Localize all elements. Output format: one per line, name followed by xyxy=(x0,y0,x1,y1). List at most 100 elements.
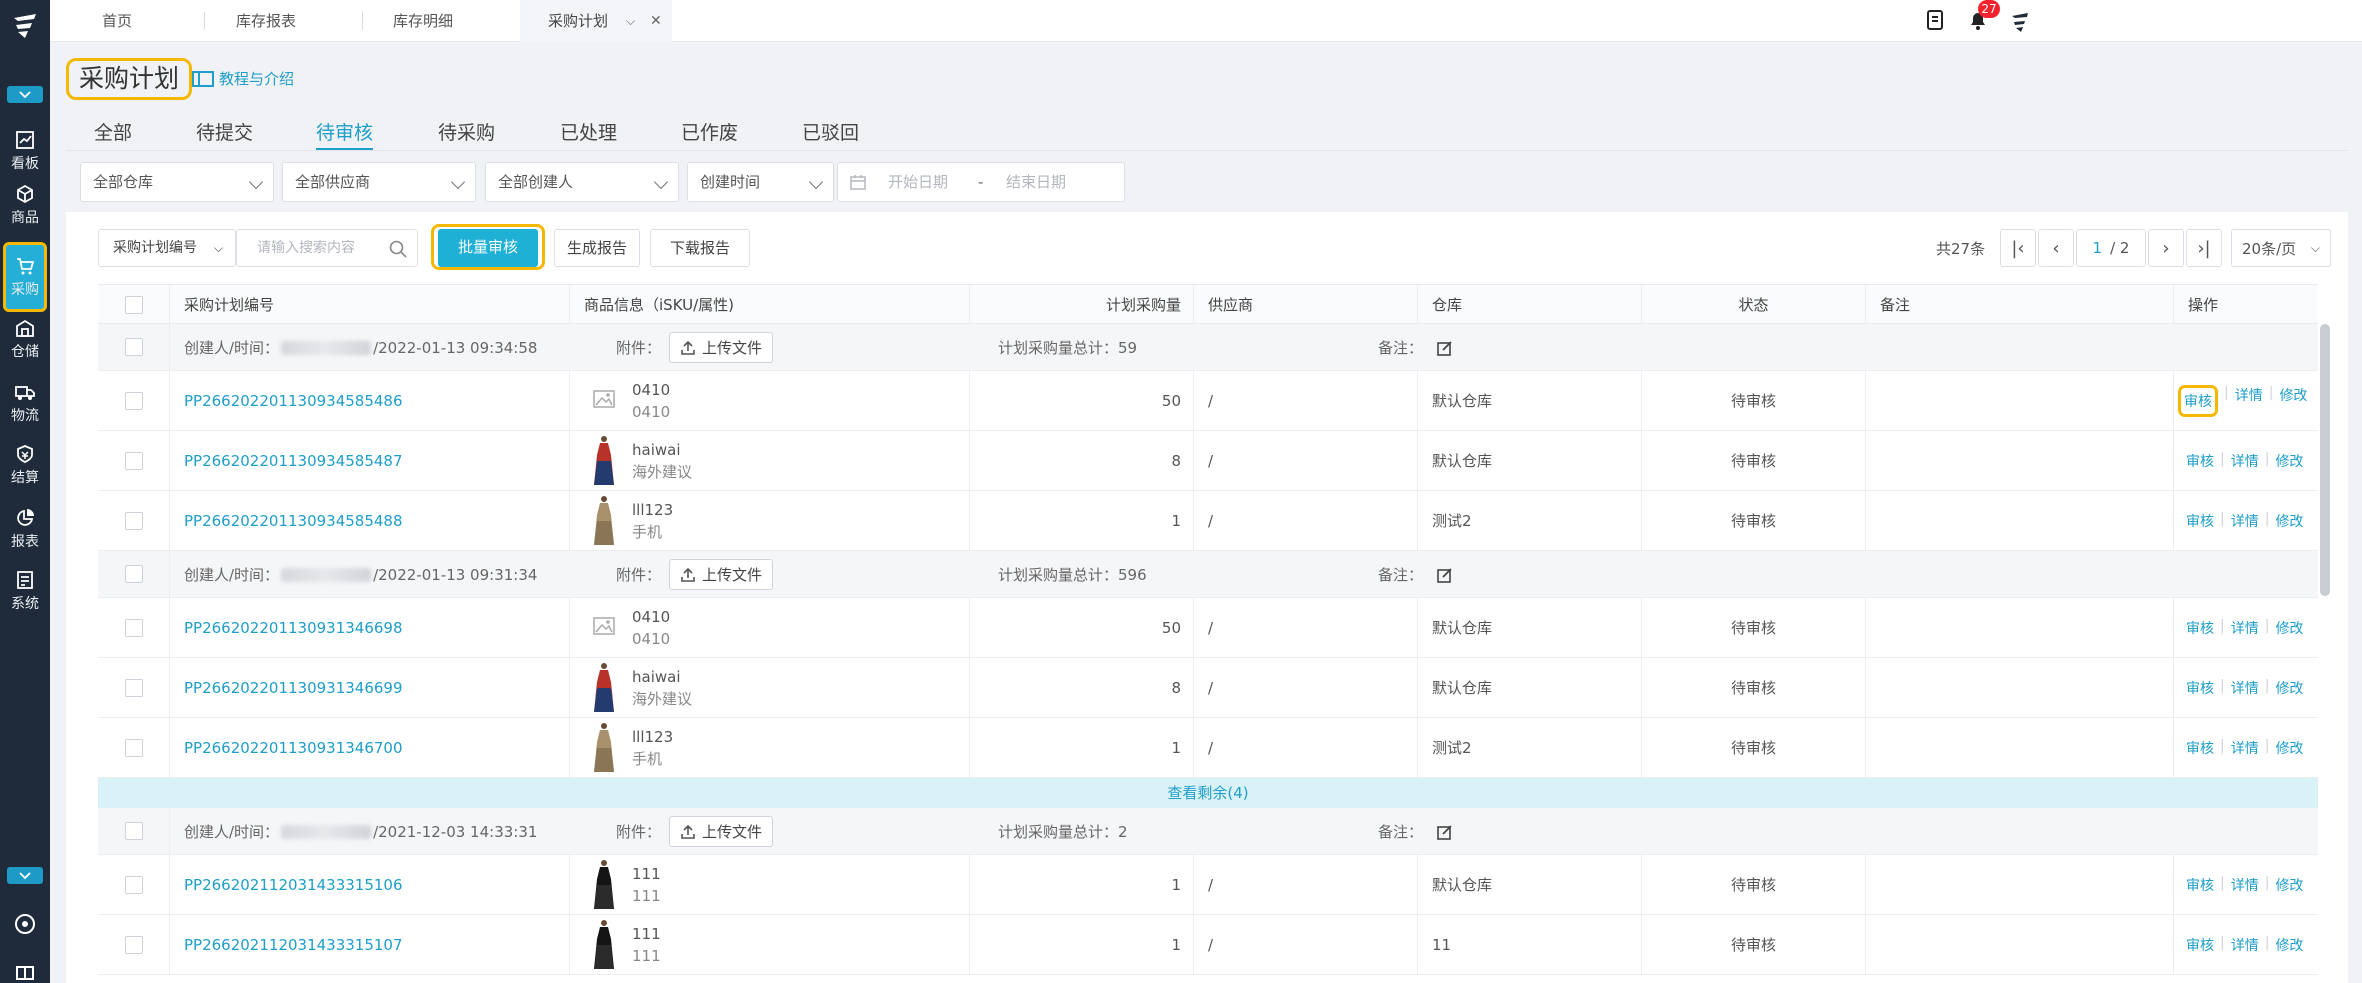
edit-link[interactable]: 修改 xyxy=(2275,935,2303,955)
edit-icon[interactable] xyxy=(1437,567,1453,583)
tab-all[interactable]: 全部 xyxy=(94,118,132,145)
sidebar-item-cube[interactable]: 商品 xyxy=(0,176,50,234)
last-page-button[interactable]: ›| xyxy=(2186,229,2222,267)
sidebar-item-pie[interactable]: 报表 xyxy=(0,500,50,558)
sidebar-expand-button[interactable] xyxy=(7,867,43,884)
help-icon[interactable] xyxy=(13,912,37,936)
plan-code-link[interactable]: PP266202201130934585487 xyxy=(184,452,403,470)
row-checkbox[interactable] xyxy=(124,511,143,530)
plan-code-link[interactable]: PP266202201130931346699 xyxy=(184,679,403,697)
detail-link[interactable]: 详情 xyxy=(2231,678,2259,698)
top-tab-home[interactable]: 首页 xyxy=(102,0,132,42)
top-tab-inventory-detail[interactable]: 库存明细 xyxy=(393,0,453,42)
prev-page-button[interactable]: ‹ xyxy=(2038,229,2074,267)
chevron-down-icon[interactable]: ⌵ xyxy=(626,0,635,42)
audit-link[interactable]: 审核 xyxy=(2186,511,2214,531)
detail-link[interactable]: 详情 xyxy=(2231,875,2259,895)
audit-link[interactable]: 审核 xyxy=(2186,678,2214,698)
audit-link[interactable]: 审核 xyxy=(2186,875,2214,895)
show-more-link[interactable]: 查看剩余(4) xyxy=(98,778,2318,808)
tab-processed[interactable]: 已处理 xyxy=(560,118,617,145)
audit-link[interactable]: 审核 xyxy=(2186,935,2214,955)
row-checkbox[interactable] xyxy=(124,935,143,954)
detail-link[interactable]: 详情 xyxy=(2231,738,2259,758)
detail-link[interactable]: 详情 xyxy=(2231,935,2259,955)
sidebar-item-chart[interactable]: 看板 xyxy=(0,122,50,180)
edit-icon[interactable] xyxy=(1437,824,1453,840)
warehouse-select[interactable]: 全部仓库 xyxy=(80,162,274,202)
edit-link[interactable]: 修改 xyxy=(2275,451,2303,471)
audit-link[interactable]: 审核 xyxy=(2178,384,2218,417)
first-page-button[interactable]: |‹ xyxy=(2000,229,2036,267)
upload-file-button[interactable]: 上传文件 xyxy=(669,332,774,363)
plan-code-link[interactable]: PP266202112031433315107 xyxy=(184,936,403,954)
edit-link[interactable]: 修改 xyxy=(2275,738,2303,758)
detail-link[interactable]: 详情 xyxy=(2231,618,2259,638)
upload-file-button[interactable]: 上传文件 xyxy=(669,559,774,590)
sidebar-item-money[interactable]: 结算 xyxy=(0,436,50,494)
row-checkbox[interactable] xyxy=(124,618,143,637)
audit-link[interactable]: 审核 xyxy=(2186,451,2214,471)
plan-code-link[interactable]: PP266202201130934585488 xyxy=(184,512,403,530)
page-size-select[interactable]: 20条/页 ⌵ xyxy=(2231,229,2331,267)
date-range-picker[interactable]: 开始日期 - 结束日期 xyxy=(837,162,1125,202)
row-checkbox[interactable] xyxy=(124,451,143,470)
tab-pending-review[interactable]: 待审核 xyxy=(316,118,374,151)
edit-link[interactable]: 修改 xyxy=(2279,385,2307,417)
next-page-button[interactable]: › xyxy=(2148,229,2184,267)
sidebar-collapse-button[interactable] xyxy=(7,86,43,103)
logo-icon[interactable] xyxy=(8,8,42,42)
edit-icon[interactable] xyxy=(1437,340,1453,356)
edit-link[interactable]: 修改 xyxy=(2275,618,2303,638)
tab-rejected[interactable]: 已驳回 xyxy=(802,118,859,145)
group-checkbox[interactable] xyxy=(124,565,143,583)
plan-code-link[interactable]: PP266202201130931346700 xyxy=(184,739,403,757)
edit-link[interactable]: 修改 xyxy=(2275,511,2303,531)
sidebar-item-truck[interactable]: 物流 xyxy=(0,374,50,432)
sidebar-item-warehouse[interactable]: 仓储 xyxy=(0,310,50,368)
search-icon[interactable] xyxy=(389,240,407,258)
row-checkbox[interactable] xyxy=(124,875,143,894)
sidebar-item-cart[interactable]: 采购 xyxy=(3,242,47,312)
search-input[interactable]: 请输入搜索内容 xyxy=(236,229,418,267)
select-all-checkbox[interactable] xyxy=(124,296,143,314)
edit-link[interactable]: 修改 xyxy=(2275,678,2303,698)
row-checkbox[interactable] xyxy=(124,678,143,697)
audit-link[interactable]: 审核 xyxy=(2186,738,2214,758)
plan-code-link[interactable]: PP266202201130934585486 xyxy=(184,392,403,410)
page-input[interactable]: 1 / 2 xyxy=(2076,229,2146,267)
row-checkbox[interactable] xyxy=(124,738,143,757)
start-date-input[interactable]: 开始日期 xyxy=(888,163,948,201)
gift-icon[interactable] xyxy=(13,958,37,982)
tab-pending-submit[interactable]: 待提交 xyxy=(196,118,253,145)
download-report-button[interactable]: 下载报告 xyxy=(650,229,750,267)
audit-link[interactable]: 审核 xyxy=(2186,618,2214,638)
tab-voided[interactable]: 已作废 xyxy=(681,118,738,145)
batch-audit-button[interactable]: 批量审核 xyxy=(438,229,538,267)
edit-link[interactable]: 修改 xyxy=(2275,875,2303,895)
top-tab-purchase-plan[interactable]: 采购计划 ⌵ ✕ xyxy=(520,0,672,42)
close-icon[interactable]: ✕ xyxy=(650,0,662,42)
search-field-select[interactable]: 采购计划编号 ⌵ xyxy=(98,229,236,267)
sidebar-item-system[interactable]: 系统 xyxy=(0,562,50,620)
tutorial-link[interactable]: 教程与介绍 xyxy=(192,68,294,89)
user-avatar-icon[interactable] xyxy=(2008,8,2032,34)
group-checkbox[interactable] xyxy=(124,338,143,356)
task-icon[interactable] xyxy=(1924,9,1946,31)
detail-link[interactable]: 详情 xyxy=(2231,451,2259,471)
plan-code-link[interactable]: PP266202112031433315106 xyxy=(184,876,403,894)
plan-code-link[interactable]: PP266202201130931346698 xyxy=(184,619,403,637)
upload-file-button[interactable]: 上传文件 xyxy=(669,816,774,847)
top-tab-inventory-report[interactable]: 库存报表 xyxy=(236,0,296,42)
row-checkbox[interactable] xyxy=(124,391,143,410)
detail-link[interactable]: 详情 xyxy=(2235,385,2263,417)
detail-link[interactable]: 详情 xyxy=(2231,511,2259,531)
generate-report-button[interactable]: 生成报告 xyxy=(554,229,640,267)
supplier-select[interactable]: 全部供应商 xyxy=(282,162,476,202)
table-scrollbar[interactable] xyxy=(2320,324,2330,596)
time-type-select[interactable]: 创建时间 xyxy=(687,162,834,202)
end-date-input[interactable]: 结束日期 xyxy=(1006,163,1066,201)
group-checkbox[interactable] xyxy=(124,822,143,840)
creator-select[interactable]: 全部创建人 xyxy=(485,162,679,202)
tab-pending-purchase[interactable]: 待采购 xyxy=(438,118,495,145)
